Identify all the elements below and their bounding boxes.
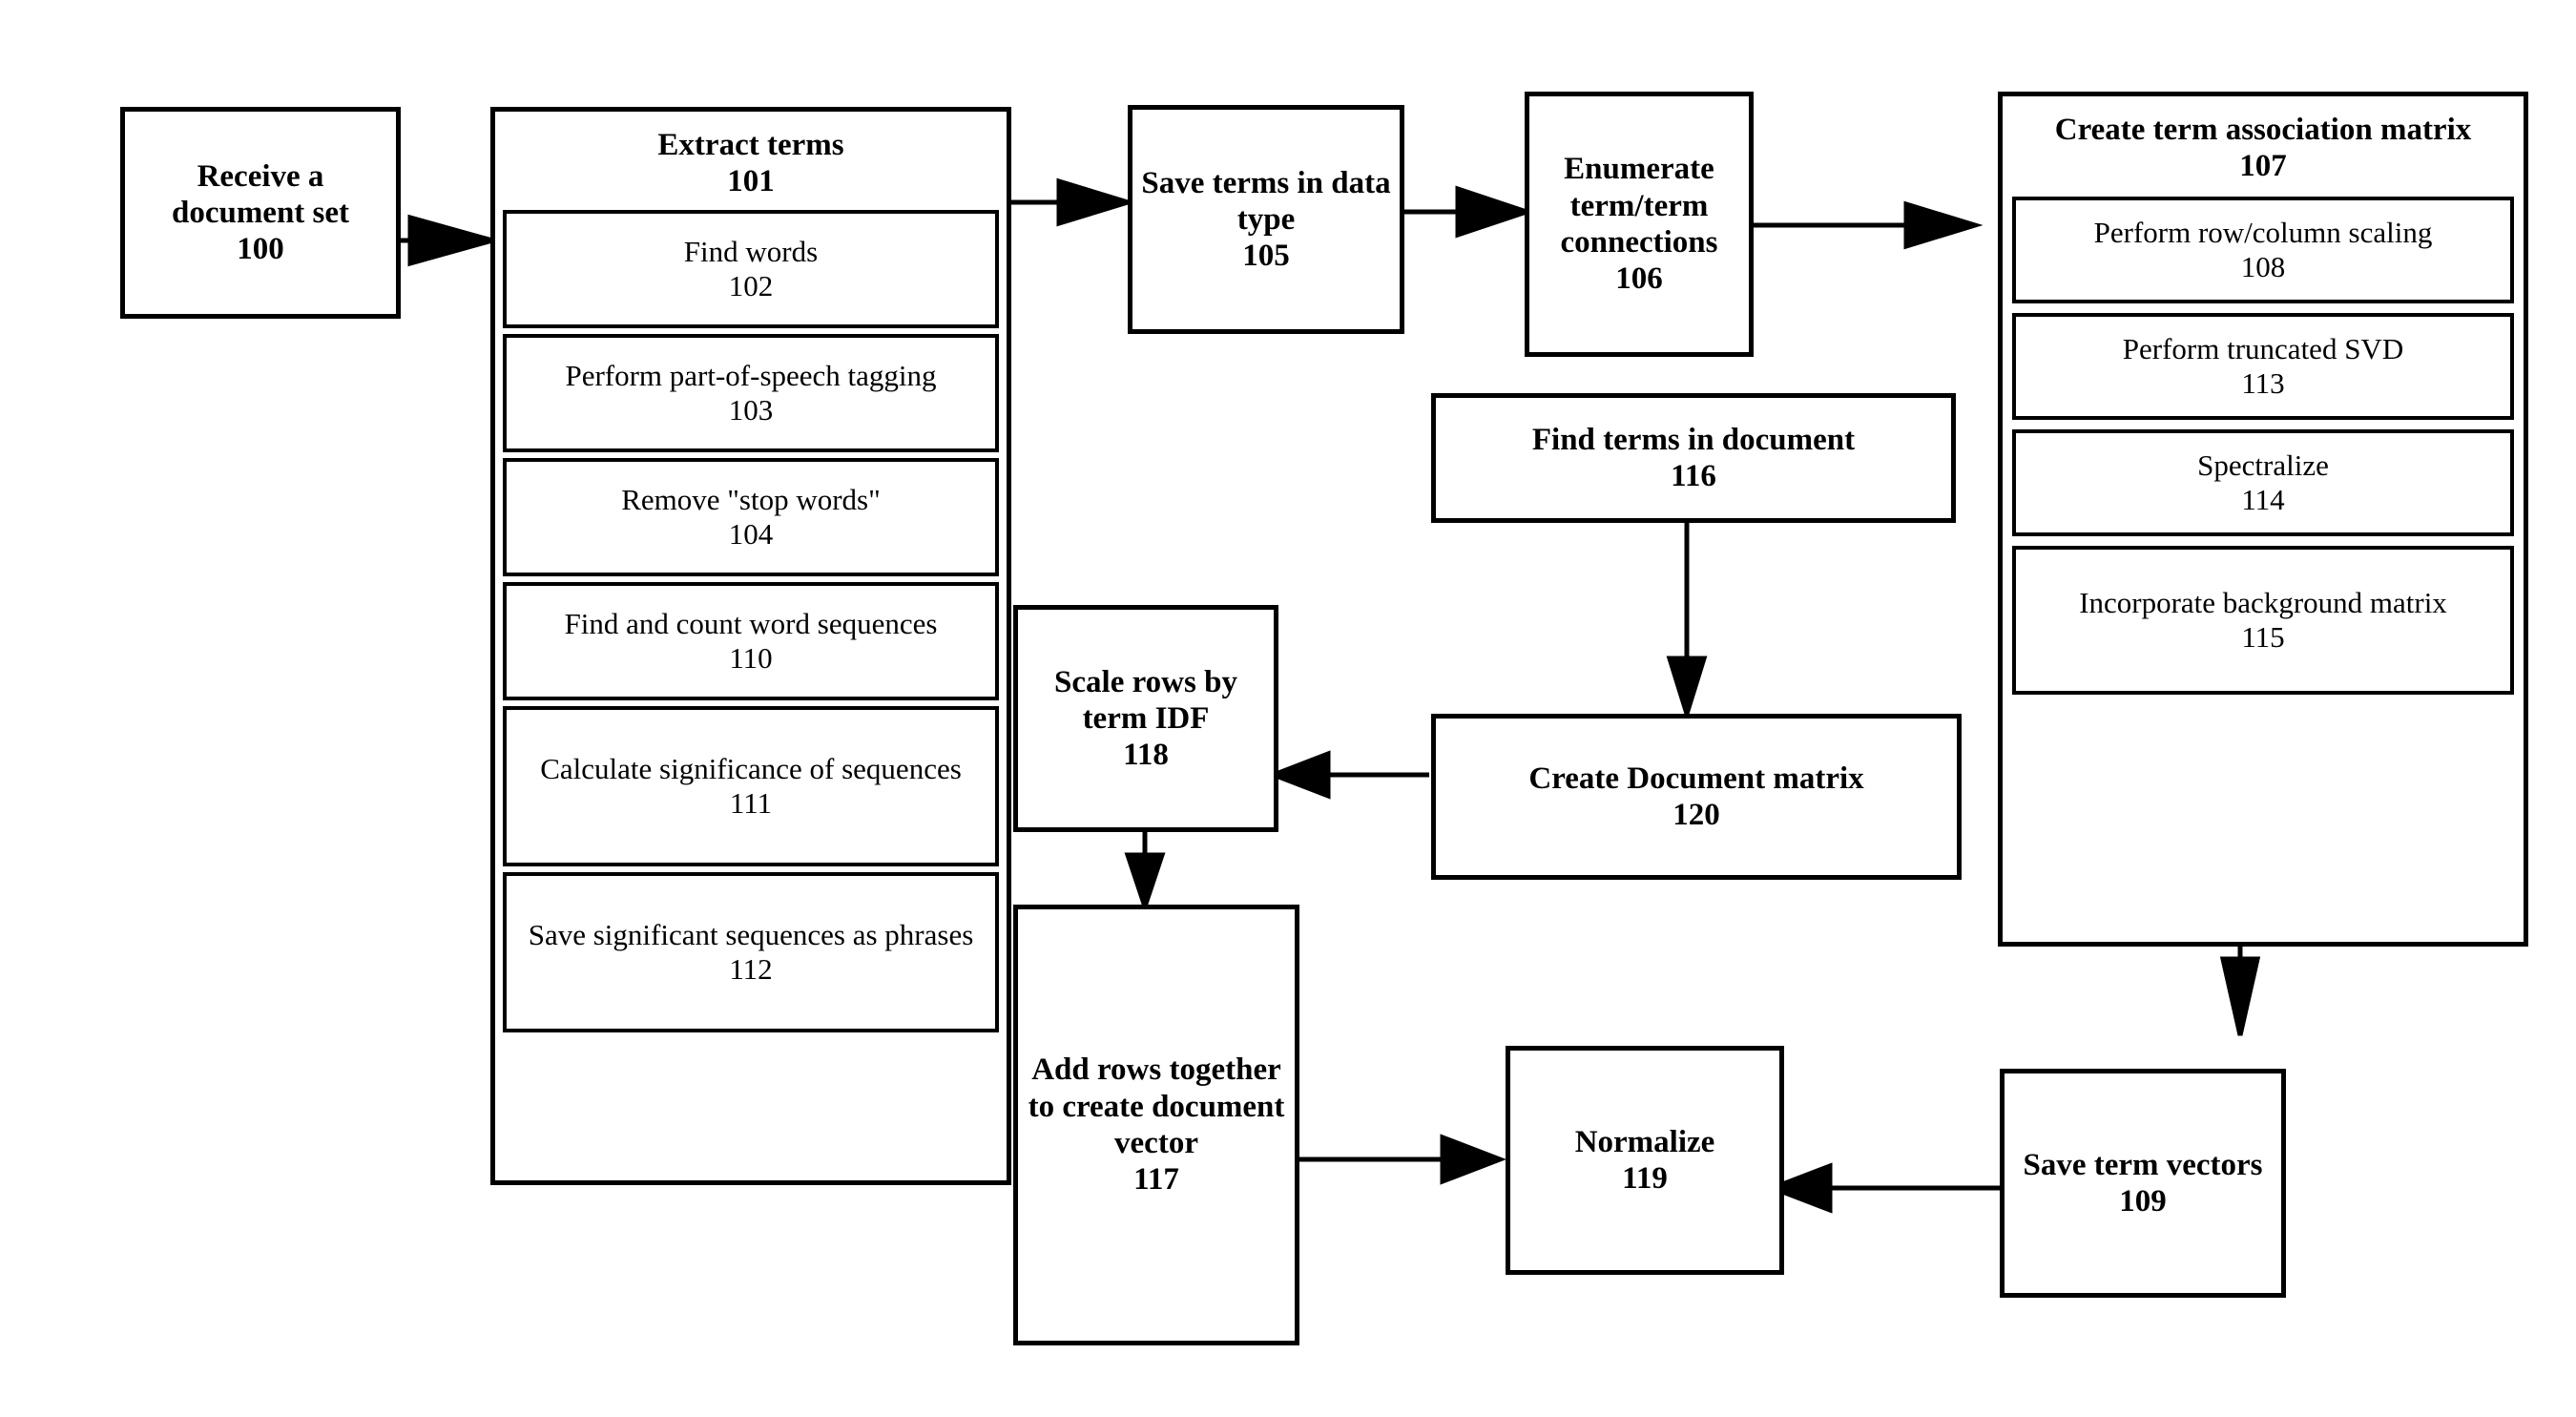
node-ref: 105 (1242, 239, 1290, 274)
node-ref: 118 (1123, 738, 1169, 773)
node-ref: 111 (729, 785, 773, 820)
node-ref: 102 (728, 268, 774, 302)
node-ref: 101 (727, 164, 775, 199)
node-extract-terms-substeps: Find words 102 Perform part-of-speech ta… (503, 209, 999, 1032)
node-ref: 108 (2240, 249, 2286, 283)
arrowhead-117-to-119 (1440, 1134, 1506, 1185)
arrowhead-106-to-107 (1903, 200, 1984, 250)
node-label: Incorporate background matrix (2079, 585, 2447, 619)
node-receive-document-set[interactable]: Receive a document set 100 (120, 107, 401, 319)
node-ref: 104 (728, 516, 774, 551)
arrowhead-116-to-120 (1666, 656, 1708, 722)
node-label: Calculate significance of sequences (540, 751, 962, 785)
node-label: Receive a document set (171, 158, 350, 230)
arrowhead-118-to-117 (1124, 852, 1166, 914)
node-remove-stop-words[interactable]: Remove "stop words" 104 (503, 457, 999, 576)
node-normalize[interactable]: Normalize 119 (1506, 1046, 1784, 1275)
node-calculate-significance[interactable]: Calculate significance of sequences 111 (503, 705, 999, 866)
node-ref: 115 (2241, 619, 2285, 654)
node-create-term-association-matrix[interactable]: Create term association matrix 107 Perfo… (1998, 92, 2528, 947)
node-create-term-association-matrix-substeps: Perform row/column scaling 108 Perform t… (2012, 196, 2514, 695)
node-enumerate-term-connections[interactable]: Enumerate term/term connections 106 (1525, 92, 1754, 357)
node-ref: 107 (2239, 149, 2287, 184)
node-label: Perform part-of-speech tagging (565, 358, 937, 392)
node-save-terms-in-data-type[interactable]: Save terms in data type 105 (1128, 105, 1404, 334)
arrowhead-101-to-105 (1056, 177, 1136, 227)
node-ref: 103 (728, 392, 774, 427)
node-save-significant-sequences[interactable]: Save significant sequences as phrases 11… (503, 871, 999, 1032)
node-scale-rows-by-term-idf[interactable]: Scale rows by term IDF 118 (1013, 605, 1278, 832)
node-pos-tagging[interactable]: Perform part-of-speech tagging 103 (503, 333, 999, 452)
node-extract-terms-header: Extract terms 101 (503, 121, 999, 210)
arrowhead-107-to-109 (2219, 956, 2261, 1036)
node-ref: 100 (237, 232, 284, 267)
node-label: Save significant sequences as phrases (528, 917, 974, 951)
node-ref: 120 (1672, 798, 1720, 832)
node-perform-row-column-scaling[interactable]: Perform row/column scaling 108 (2012, 196, 2514, 303)
node-label: Normalize (1574, 1124, 1715, 1159)
node-ref: 113 (2241, 365, 2285, 400)
node-save-term-vectors[interactable]: Save term vectors 109 (2000, 1069, 2286, 1298)
node-create-term-association-matrix-header: Create term association matrix 107 (2012, 106, 2514, 197)
node-label: Extract terms (657, 128, 844, 162)
node-label: Perform row/column scaling (2093, 215, 2433, 249)
node-label: Create term association matrix (2054, 113, 2472, 147)
node-label: Perform truncated SVD (2122, 331, 2404, 365)
node-ref: 114 (2241, 482, 2285, 516)
node-ref: 119 (1622, 1161, 1668, 1196)
node-label: Save term vectors (2023, 1147, 2263, 1182)
node-label: Find and count word sequences (564, 606, 938, 640)
arrowhead-105-to-106 (1455, 185, 1534, 239)
node-label: Find words (683, 234, 819, 268)
node-add-rows-create-document-vector[interactable]: Add rows together to create document vec… (1013, 905, 1299, 1345)
node-label: Spectralize (2197, 448, 2329, 482)
node-extract-terms[interactable]: Extract terms 101 Find words 102 Perform… (490, 107, 1011, 1185)
arrowhead-120-to-118 (1267, 750, 1331, 800)
node-label: Create Document matrix (1528, 761, 1864, 796)
node-find-words[interactable]: Find words 102 (503, 209, 999, 328)
node-ref: 116 (1671, 459, 1716, 493)
node-ref: 109 (2119, 1184, 2167, 1219)
node-create-document-matrix[interactable]: Create Document matrix 120 (1431, 714, 1962, 880)
node-ref: 117 (1133, 1162, 1179, 1198)
node-label: Save terms in data type (1141, 165, 1391, 237)
node-label: Add rows together to create document vec… (1028, 1052, 1285, 1160)
node-perform-truncated-svd[interactable]: Perform truncated SVD 113 (2012, 312, 2514, 420)
node-spectralize[interactable]: Spectralize 114 (2012, 428, 2514, 536)
arrowhead-100-to-101 (407, 214, 502, 267)
node-label: Scale rows by term IDF (1054, 664, 1237, 736)
node-find-count-word-sequences[interactable]: Find and count word sequences 110 (503, 581, 999, 700)
node-label: Find terms in document (1531, 422, 1856, 457)
node-ref: 106 (1615, 261, 1663, 297)
node-find-terms-in-document[interactable]: Find terms in document 116 (1431, 393, 1956, 523)
node-ref: 110 (729, 640, 773, 675)
node-label: Remove "stop words" (621, 482, 881, 516)
node-label: Enumerate term/term connections (1560, 152, 1718, 260)
node-incorporate-background-matrix[interactable]: Incorporate background matrix 115 (2012, 545, 2514, 695)
node-ref: 112 (729, 951, 773, 986)
flowchart-canvas: Receive a document set 100 Extract terms… (0, 0, 2576, 1417)
